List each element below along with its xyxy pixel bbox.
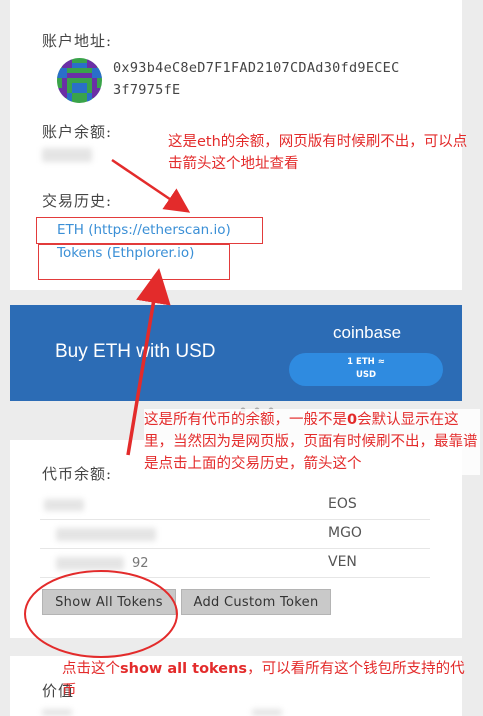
token-symbol: EOS	[328, 496, 357, 512]
price-column-blurred	[252, 709, 282, 716]
token-balance-blurred	[56, 528, 156, 541]
token-row: MGO	[40, 520, 430, 549]
token-row: EOS	[40, 491, 430, 520]
rate-line-2: USD	[355, 370, 377, 380]
address-label: 账户地址:	[42, 32, 113, 50]
history-label: 交易历史:	[42, 192, 113, 210]
token-symbol: VEN	[328, 554, 357, 570]
identicon-icon	[57, 58, 102, 103]
balance-label: 账户余额:	[42, 123, 113, 141]
annotation-token-balance: 这是所有代币的余额，一般不是0会默认显示在这里，当然因为是网页版，页面有时候刷不…	[144, 409, 480, 475]
coinbase-rate-button[interactable]: 1 ETH ≈ USD	[289, 353, 443, 386]
note2-part-a: 这是所有代币的余额，一般不是	[144, 412, 347, 428]
annotation-show-all: 点击这个show all tokens，可以看所有这个钱包所支持的代币	[62, 658, 474, 702]
token-balance-blurred	[56, 557, 124, 570]
price-column-blurred	[42, 709, 72, 716]
coinbase-logo: coinbase	[333, 323, 402, 342]
balance-value-blurred	[42, 148, 92, 162]
address-line-1: 0x93b4eC8eD7F1FAD2107CDAd30fd9ECEC	[113, 60, 400, 76]
token-balance-fragment: 92	[132, 556, 149, 571]
highlight-box-tokens-link	[38, 244, 230, 280]
note2-part-b: 0	[347, 412, 358, 428]
token-symbol: MGO	[328, 525, 362, 541]
note3-part-a: 点击这个	[62, 661, 120, 677]
rate-line-1: 1 ETH ≈	[347, 357, 385, 367]
add-custom-token-button[interactable]: Add Custom Token	[181, 589, 331, 615]
show-all-tokens-button[interactable]: Show All Tokens	[42, 589, 176, 615]
highlight-box-eth-link	[36, 217, 263, 244]
note3-part-b: show all tokens	[120, 661, 248, 677]
avatar	[57, 58, 102, 103]
token-row: 92 VEN	[40, 549, 430, 578]
annotation-eth-balance: 这是eth的余额，网页版有时候刷不出，可以点击箭头这个地址查看	[168, 134, 468, 172]
tokens-label: 代币余额:	[42, 465, 113, 483]
address-line-2: 3f7975fE	[113, 82, 181, 98]
banner-title: Buy ETH with USD	[55, 341, 216, 362]
token-balance-blurred	[44, 499, 84, 511]
